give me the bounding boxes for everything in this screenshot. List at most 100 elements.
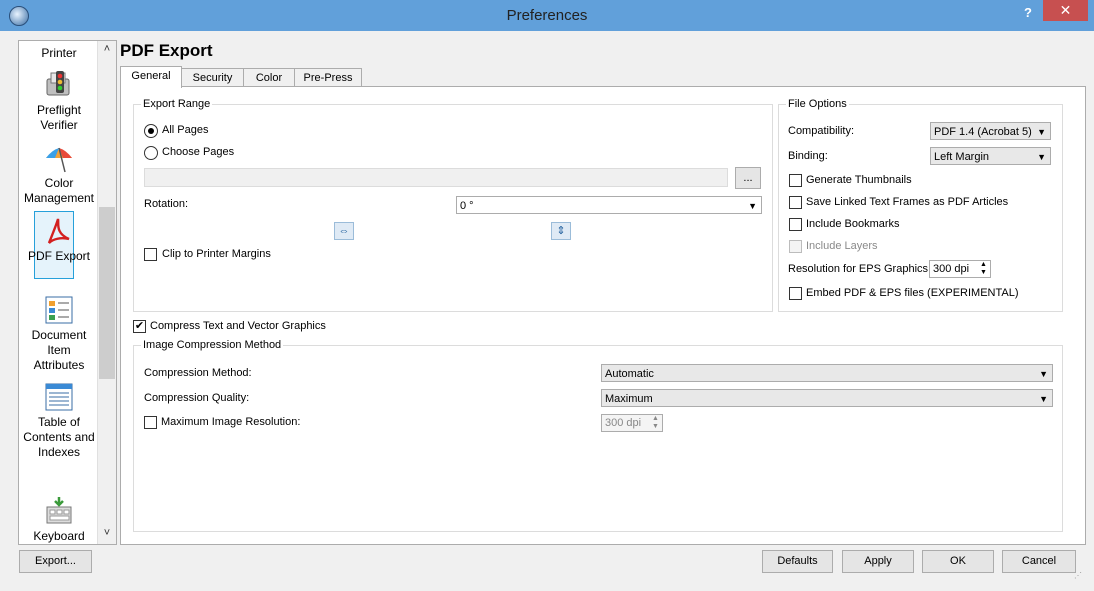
compression-quality-label: Compression Quality: [144, 392, 250, 404]
compress-vector-label: Compress Text and Vector Graphics [150, 320, 326, 332]
rotation-select[interactable]: 0 ° ▼ [456, 196, 762, 214]
help-button[interactable]: ? [1020, 5, 1036, 23]
max-image-resolution-checkbox[interactable] [144, 416, 157, 429]
sidebar-item-printer[interactable]: Printer [21, 46, 97, 61]
sidebar-item-preflight-verifier[interactable]: Preflight Verifier [21, 69, 97, 133]
mirror-horizontal-icon[interactable]: ⇔ [334, 222, 354, 240]
tab-pre-press[interactable]: Pre-Press [294, 68, 362, 87]
tab-security[interactable]: Security [181, 68, 244, 87]
umbrella-icon [43, 142, 75, 174]
compress-vector-checkbox[interactable]: ✔ [133, 320, 146, 333]
rotation-label: Rotation: [144, 198, 189, 210]
save-linked-frames-checkbox[interactable] [789, 196, 802, 209]
sidebar-item-label: Printer [41, 46, 77, 60]
cancel-button[interactable]: Cancel [1002, 550, 1076, 573]
all-pages-radio[interactable] [144, 124, 158, 138]
scroll-up-icon[interactable]: ˄ [98, 43, 116, 55]
binding-value: Left Margin [934, 151, 990, 163]
include-layers-checkbox[interactable] [789, 240, 802, 253]
dropdown-arrow-icon: ▼ [748, 201, 757, 211]
sidebar-item-pdf-export[interactable]: PDF Export [21, 215, 97, 264]
dropdown-arrow-icon: ▼ [1039, 369, 1048, 379]
max-image-resolution-spinbox[interactable]: 300 dpi ▲ ▼ [601, 414, 663, 432]
clip-to-margins-checkbox[interactable] [144, 248, 157, 261]
page-title: PDF Export [120, 41, 213, 60]
compression-quality-select[interactable]: Maximum ▼ [601, 389, 1053, 407]
preferences-window: Preferences ? ✕ Printer Preflight Verifi… [0, 0, 1094, 591]
include-bookmarks-label: Include Bookmarks [806, 218, 900, 230]
tab-general[interactable]: General [120, 66, 182, 88]
browse-pages-button[interactable]: ... [735, 167, 761, 189]
export-range-group: Export Range All Pages Choose Pages ... … [133, 98, 773, 312]
compatibility-value: PDF 1.4 (Acrobat 5) [934, 126, 1032, 138]
rotation-value: 0 ° [460, 200, 474, 212]
close-button[interactable]: ✕ [1043, 0, 1088, 21]
dropdown-arrow-icon: ▼ [1037, 152, 1046, 162]
compatibility-label: Compatibility: [788, 125, 855, 137]
max-image-resolution-label: Maximum Image Resolution: [161, 416, 301, 428]
pdf-icon [43, 215, 75, 247]
attributes-icon [43, 294, 75, 326]
compression-method-select[interactable]: Automatic ▼ [601, 364, 1053, 382]
sidebar-item-label: Table of Contents and Indexes [23, 415, 95, 459]
save-linked-frames-label: Save Linked Text Frames as PDF Articles [806, 196, 1009, 208]
sidebar-item-label: Document Item Attributes [31, 328, 87, 372]
scrollbar-thumb[interactable] [99, 207, 115, 379]
dropdown-arrow-icon: ▼ [1039, 394, 1048, 404]
eps-resolution-spinbox[interactable]: 300 dpi ▲ ▼ [929, 260, 991, 278]
sidebar-item-document-item-attributes[interactable]: Document Item Attributes [21, 294, 97, 373]
all-pages-label: All Pages [162, 124, 209, 136]
eps-resolution-label: Resolution for EPS Graphics: [788, 263, 932, 275]
binding-select[interactable]: Left Margin ▼ [930, 147, 1051, 165]
group-title: Image Compression Method [141, 339, 284, 351]
resize-grip-icon[interactable]: ⋰ [1074, 571, 1084, 581]
page-range-input[interactable] [144, 168, 728, 187]
compatibility-select[interactable]: PDF 1.4 (Acrobat 5) ▼ [930, 122, 1051, 140]
group-title: File Options [786, 98, 849, 110]
choose-pages-radio[interactable] [144, 146, 158, 160]
image-compression-group: Image Compression Method Compression Met… [133, 339, 1063, 532]
tab-color[interactable]: Color [243, 68, 295, 87]
title-bar: Preferences ? ✕ [0, 0, 1094, 31]
include-layers-label: Include Layers [806, 240, 878, 252]
window-title: Preferences [506, 7, 588, 24]
compression-method-label: Compression Method: [144, 367, 252, 379]
toc-icon [43, 381, 75, 413]
traffic-light-icon [43, 69, 75, 101]
sidebar-item-label: Color Management [23, 176, 95, 205]
sidebar-item-table-of-contents[interactable]: Table of Contents and Indexes [21, 381, 97, 460]
clip-to-margins-label: Clip to Printer Margins [162, 248, 271, 260]
category-list: Printer Preflight Verifier Color Managem… [18, 40, 117, 545]
dropdown-arrow-icon: ▼ [1037, 127, 1046, 137]
compression-quality-value: Maximum [605, 393, 653, 405]
max-image-resolution-value: 300 dpi [605, 417, 642, 429]
defaults-button[interactable]: Defaults [762, 550, 833, 573]
sidebar-item-label: Preflight Verifier [36, 103, 82, 132]
eps-resolution-value: 300 dpi [933, 263, 970, 275]
dialog-body: Printer Preflight Verifier Color Managem… [8, 31, 1086, 583]
spin-arrows-icon[interactable]: ▲ ▼ [651, 415, 660, 431]
embed-pdf-eps-label: Embed PDF & EPS files (EXPERIMENTAL) [806, 287, 1019, 299]
mirror-vertical-icon[interactable]: ⇕ [551, 222, 571, 240]
embed-pdf-eps-checkbox[interactable] [789, 287, 802, 300]
sidebar-scrollbar[interactable]: ˄ ˅ [97, 41, 116, 544]
choose-pages-label: Choose Pages [162, 146, 235, 158]
sidebar-item-keyboard-shortcuts[interactable]: Keyboard Shortcuts [21, 495, 97, 544]
include-bookmarks-checkbox[interactable] [789, 218, 802, 231]
sidebar-item-color-management[interactable]: Color Management [21, 142, 97, 206]
keyboard-icon [43, 495, 75, 527]
compression-method-value: Automatic [605, 368, 654, 380]
generate-thumbnails-label: Generate Thumbnails [806, 174, 912, 186]
tab-content-general: Export Range All Pages Choose Pages ... … [120, 86, 1086, 545]
ok-button[interactable]: OK [922, 550, 994, 573]
export-button[interactable]: Export... [19, 550, 92, 573]
sidebar-item-label: Keyboard Shortcuts [33, 529, 85, 543]
scroll-down-icon[interactable]: ˅ [98, 527, 116, 539]
group-title: Export Range [141, 98, 213, 110]
spin-arrows-icon[interactable]: ▲ ▼ [979, 261, 988, 277]
sidebar-item-label: PDF Export [27, 249, 90, 263]
binding-label: Binding: [788, 150, 828, 162]
generate-thumbnails-checkbox[interactable] [789, 174, 802, 187]
file-options-group: File Options Compatibility: PDF 1.4 (Acr… [778, 98, 1063, 312]
apply-button[interactable]: Apply [842, 550, 914, 573]
